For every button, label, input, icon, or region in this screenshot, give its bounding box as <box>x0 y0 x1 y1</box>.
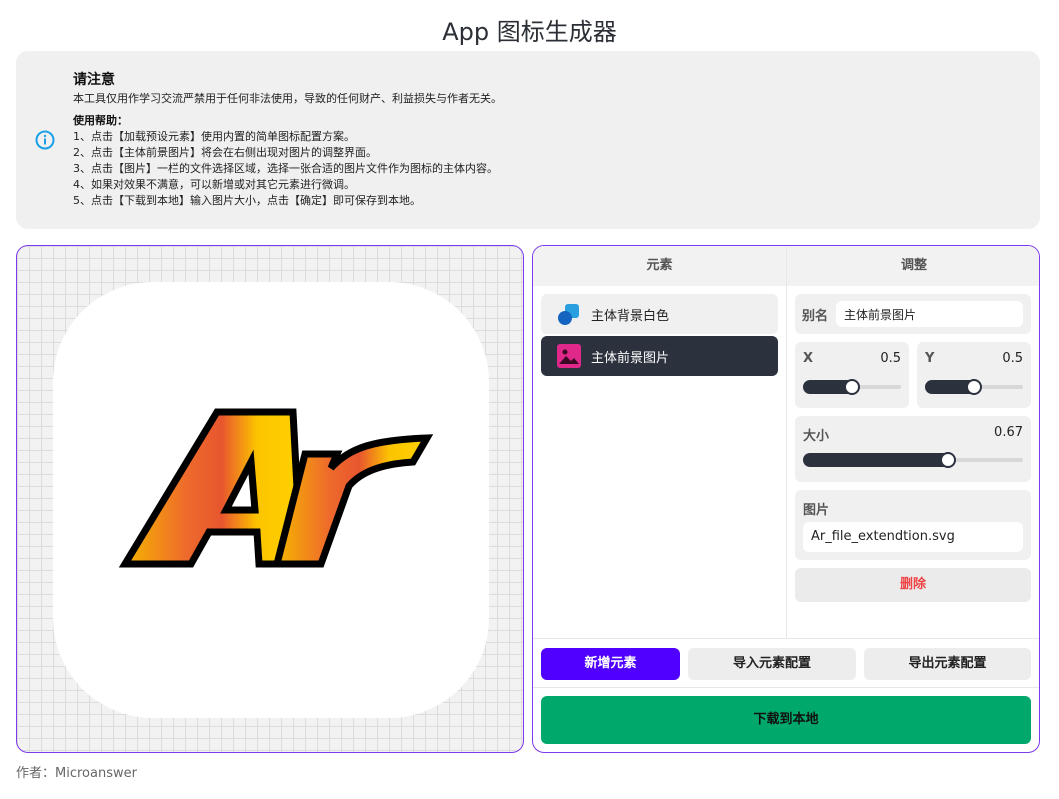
help-title: 使用帮助： <box>73 114 128 127</box>
page-title: App 图标生成器 <box>442 18 617 46</box>
size-value: 0.67 <box>994 425 1023 440</box>
help-step: 4、如果对效果不满意，可以新增或对其它元素进行微调。 <box>73 178 355 191</box>
y-card: Y 0.5 <box>917 342 1031 408</box>
info-circle-icon <box>35 130 55 150</box>
author-credit: 作者：Microanswer <box>16 766 137 781</box>
elements-header: 元素 <box>533 246 786 286</box>
icon-preview-canvas <box>16 245 524 753</box>
image-label: 图片 <box>803 503 830 518</box>
shapes-icon <box>558 304 579 325</box>
export-config-button[interactable]: 导出元素配置 <box>864 648 1031 680</box>
adjust-header: 调整 <box>787 246 1039 286</box>
import-config-button[interactable]: 导入元素配置 <box>688 648 856 680</box>
help-step: 1、点击【加载预设元素】使用内置的简单图标配置方案。 <box>73 130 355 143</box>
delete-button[interactable]: 删除 <box>795 568 1031 602</box>
alias-input[interactable] <box>836 301 1023 327</box>
help-step: 2、点击【主体前景图片】将会在右侧出现对图片的调整界面。 <box>73 146 377 159</box>
size-card: 大小 0.67 <box>795 416 1031 482</box>
x-slider-thumb[interactable] <box>844 379 860 395</box>
x-value: 0.5 <box>880 351 901 366</box>
adjust-column: 调整 别名 X 0.5 Y 0.5 大小 0.67 <box>787 246 1039 638</box>
x-card: X 0.5 <box>795 342 909 408</box>
element-item-foreground[interactable]: 主体前景图片 <box>541 336 778 376</box>
image-card: 图片 Ar_file_extendtion.svg <box>795 490 1031 560</box>
y-slider[interactable] <box>925 379 1023 395</box>
image-file-picker[interactable]: Ar_file_extendtion.svg <box>803 522 1023 552</box>
y-value: 0.5 <box>1002 351 1023 366</box>
notice-panel: 请注意 本工具仅用作学习交流严禁用于任何非法使用，导致的任何财产、利益损失与作者… <box>16 51 1040 229</box>
element-item-background[interactable]: 主体背景白色 <box>541 294 778 334</box>
alias-card: 别名 <box>795 294 1031 334</box>
editor-panel: 元素 主体背景白色 主体前景图片 调整 别名 X 0.5 <box>532 245 1040 753</box>
y-label: Y <box>925 351 935 366</box>
action-bar: 新增元素 导入元素配置 导出元素配置 <box>533 638 1039 688</box>
element-item-label: 主体背景白色 <box>591 308 670 324</box>
notice-description: 本工具仅用作学习交流严禁用于任何非法使用，导致的任何财产、利益损失与作者无关。 <box>73 92 502 105</box>
alias-label: 别名 <box>802 309 829 324</box>
elements-column: 元素 主体背景白色 主体前景图片 <box>533 246 787 638</box>
element-item-label: 主体前景图片 <box>591 350 670 366</box>
y-slider-thumb[interactable] <box>966 379 982 395</box>
x-slider[interactable] <box>803 379 901 395</box>
image-icon <box>557 344 581 368</box>
notice-title: 请注意 <box>73 72 115 88</box>
add-element-button[interactable]: 新增元素 <box>541 648 680 680</box>
size-slider[interactable] <box>803 452 1023 468</box>
help-step: 3、点击【图片】一栏的文件选择区域，选择一张合适的图片文件作为图标的主体内容。 <box>73 162 498 175</box>
help-step: 5、点击【下载到本地】输入图片大小，点击【确定】即可保存到本地。 <box>73 194 421 207</box>
size-label: 大小 <box>803 429 830 444</box>
foreground-image <box>118 408 434 568</box>
download-button[interactable]: 下载到本地 <box>541 696 1031 744</box>
x-label: X <box>803 351 814 366</box>
size-slider-thumb[interactable] <box>940 452 956 468</box>
